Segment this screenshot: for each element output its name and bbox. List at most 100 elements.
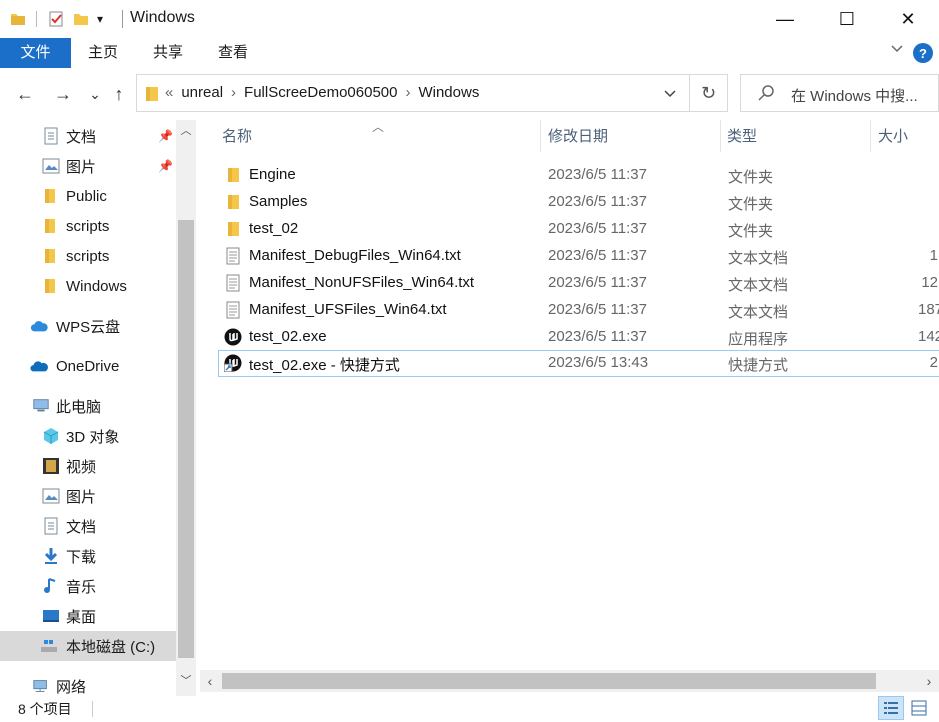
new-folder-icon[interactable] <box>73 11 89 27</box>
file-name: Engine <box>249 166 296 183</box>
sidebar-item-this-pc[interactable]: 此电脑 <box>0 391 176 421</box>
file-type: 文件夹 <box>728 196 774 213</box>
breadcrumb-item[interactable]: Windows <box>418 84 479 101</box>
file-row[interactable]: test_02.exe - 快捷方式 2023/6/5 13:43 快捷方式 2 <box>218 350 939 377</box>
refresh-button[interactable]: ↻ <box>690 74 728 112</box>
column-divider[interactable] <box>870 120 871 152</box>
folder-icon <box>228 195 239 209</box>
sidebar-item-downloads[interactable]: 下载 <box>0 541 176 571</box>
sort-ascending-icon: ︿ <box>372 120 385 134</box>
file-date: 2023/6/5 11:37 <box>548 328 647 345</box>
search-box[interactable]: 在 Windows 中搜... <box>740 74 939 112</box>
shortcut-icon <box>224 354 242 372</box>
horizontal-scrollbar[interactable]: ‹ › <box>200 670 939 692</box>
sidebar-item-videos[interactable]: 视频 <box>0 451 176 481</box>
breadcrumb-item[interactable]: unreal <box>181 84 223 101</box>
file-size: 142 <box>918 328 939 345</box>
sidebar-item-label: Windows <box>66 277 127 295</box>
scroll-down-icon[interactable]: ﹀ <box>176 670 196 690</box>
file-row[interactable]: test_02 2023/6/5 11:37 文件夹 <box>218 216 939 243</box>
navigation-pane: 文档 📌 图片 📌 Public scripts scripts Windows… <box>0 120 176 696</box>
sidebar-item-label: scripts <box>66 217 110 235</box>
sidebar-item-network[interactable]: 网络 <box>0 671 176 696</box>
quick-access-toolbar: ▾ <box>10 9 103 29</box>
chevron-down-icon[interactable] <box>890 42 904 60</box>
column-header-size[interactable]: 大小 <box>878 120 908 152</box>
file-size: 187 <box>918 301 939 318</box>
tab-view[interactable]: 查看 <box>204 38 262 68</box>
breadcrumb-overflow[interactable]: « <box>165 84 173 101</box>
sidebar-item-pictures[interactable]: 图片 📌 <box>0 151 176 181</box>
scroll-up-icon[interactable]: ︿ <box>176 120 196 140</box>
minimize-button[interactable]: — <box>754 0 816 38</box>
sidebar-item-windows[interactable]: Windows <box>0 271 176 301</box>
forward-button[interactable]: → <box>52 82 74 106</box>
properties-icon[interactable] <box>47 10 65 28</box>
breadcrumb-separator[interactable]: › <box>231 84 236 101</box>
file-type: 文件夹 <box>728 223 774 240</box>
file-date: 2023/6/5 11:37 <box>548 274 647 291</box>
file-row[interactable]: Manifest_DebugFiles_Win64.txt 2023/6/5 1… <box>218 243 939 270</box>
back-button[interactable]: ← <box>14 82 36 106</box>
column-header-type[interactable]: 类型 <box>727 120 757 152</box>
column-header-date[interactable]: 修改日期 <box>548 120 608 152</box>
file-row[interactable]: Engine 2023/6/5 11:37 文件夹 <box>218 162 939 189</box>
sidebar-item-label: 3D 对象 <box>66 428 120 446</box>
file-row[interactable]: Samples 2023/6/5 11:37 文件夹 <box>218 189 939 216</box>
sidebar-item-documents[interactable]: 文档 <box>0 511 176 541</box>
column-divider[interactable] <box>720 120 721 152</box>
sidebar-item-public[interactable]: Public <box>0 181 176 211</box>
sidebar-item-label: 网络 <box>56 678 87 696</box>
up-button[interactable]: ↑ <box>108 82 130 106</box>
details-view-icon[interactable] <box>878 696 904 720</box>
text-file-icon <box>226 274 240 292</box>
column-header-name[interactable]: 名称 <box>222 120 252 152</box>
sidebar-item-wps-cloud[interactable]: WPS云盘 <box>0 311 176 341</box>
sidebar-item-scripts[interactable]: scripts <box>0 241 176 271</box>
3d-objects-icon <box>42 427 60 445</box>
file-row[interactable]: test_02.exe 2023/6/5 11:37 应用程序 142 <box>218 324 939 351</box>
scroll-left-icon[interactable]: ‹ <box>200 670 220 692</box>
tab-home[interactable]: 主页 <box>74 38 132 68</box>
sidebar-item-local-disk[interactable]: 本地磁盘 (C:) <box>0 631 176 661</box>
pictures-icon <box>42 487 60 505</box>
file-row[interactable]: Manifest_NonUFSFiles_Win64.txt 2023/6/5 … <box>218 270 939 297</box>
maximize-button[interactable]: ☐ <box>816 0 878 38</box>
chevron-down-icon[interactable] <box>663 87 677 104</box>
sidebar-item-pictures[interactable]: 图片 <box>0 481 176 511</box>
sidebar-item-label: 音乐 <box>66 578 97 596</box>
recent-locations-button[interactable]: ⌄ <box>84 82 106 106</box>
sidebar-item-scripts[interactable]: scripts <box>0 211 176 241</box>
search-input[interactable]: 在 Windows 中搜... <box>791 85 918 106</box>
music-icon <box>42 577 60 595</box>
folder-icon[interactable] <box>10 11 26 27</box>
tab-file[interactable]: 文件 <box>0 38 71 68</box>
file-date: 2023/6/5 11:37 <box>548 166 647 183</box>
file-name: test_02 <box>249 220 299 237</box>
download-icon <box>42 547 60 565</box>
file-type: 文本文档 <box>728 277 789 294</box>
address-bar[interactable]: « unreal › FullScreeDemo060500 › Windows <box>136 74 690 112</box>
sidebar-item-desktop[interactable]: 桌面 <box>0 601 176 631</box>
close-button[interactable]: ✕ <box>877 0 939 38</box>
cloud-icon <box>30 317 48 335</box>
sidebar-item-label: 图片 <box>66 158 97 176</box>
sidebar-item-music[interactable]: 音乐 <box>0 571 176 601</box>
sidebar-item-documents[interactable]: 文档 📌 <box>0 121 176 151</box>
column-divider[interactable] <box>540 120 541 152</box>
folder-icon <box>228 168 239 182</box>
tab-share[interactable]: 共享 <box>139 38 197 68</box>
document-icon <box>42 517 60 535</box>
file-row[interactable]: Manifest_UFSFiles_Win64.txt 2023/6/5 11:… <box>218 297 939 324</box>
breadcrumb-item[interactable]: FullScreeDemo060500 <box>244 84 397 101</box>
large-icons-view-icon[interactable] <box>906 696 932 720</box>
breadcrumb-separator[interactable]: › <box>405 84 410 101</box>
scrollbar-thumb[interactable] <box>222 673 876 689</box>
customize-toolbar-icon[interactable]: ▾ <box>97 12 103 26</box>
scroll-right-icon[interactable]: › <box>919 670 939 692</box>
sidebar-item-onedrive[interactable]: OneDrive <box>0 351 176 381</box>
sidebar-scrollbar[interactable]: ︿ ﹀ <box>176 120 196 696</box>
scrollbar-thumb[interactable] <box>178 220 194 658</box>
sidebar-item-3d-objects[interactable]: 3D 对象 <box>0 421 176 451</box>
help-icon[interactable]: ? <box>913 43 933 63</box>
